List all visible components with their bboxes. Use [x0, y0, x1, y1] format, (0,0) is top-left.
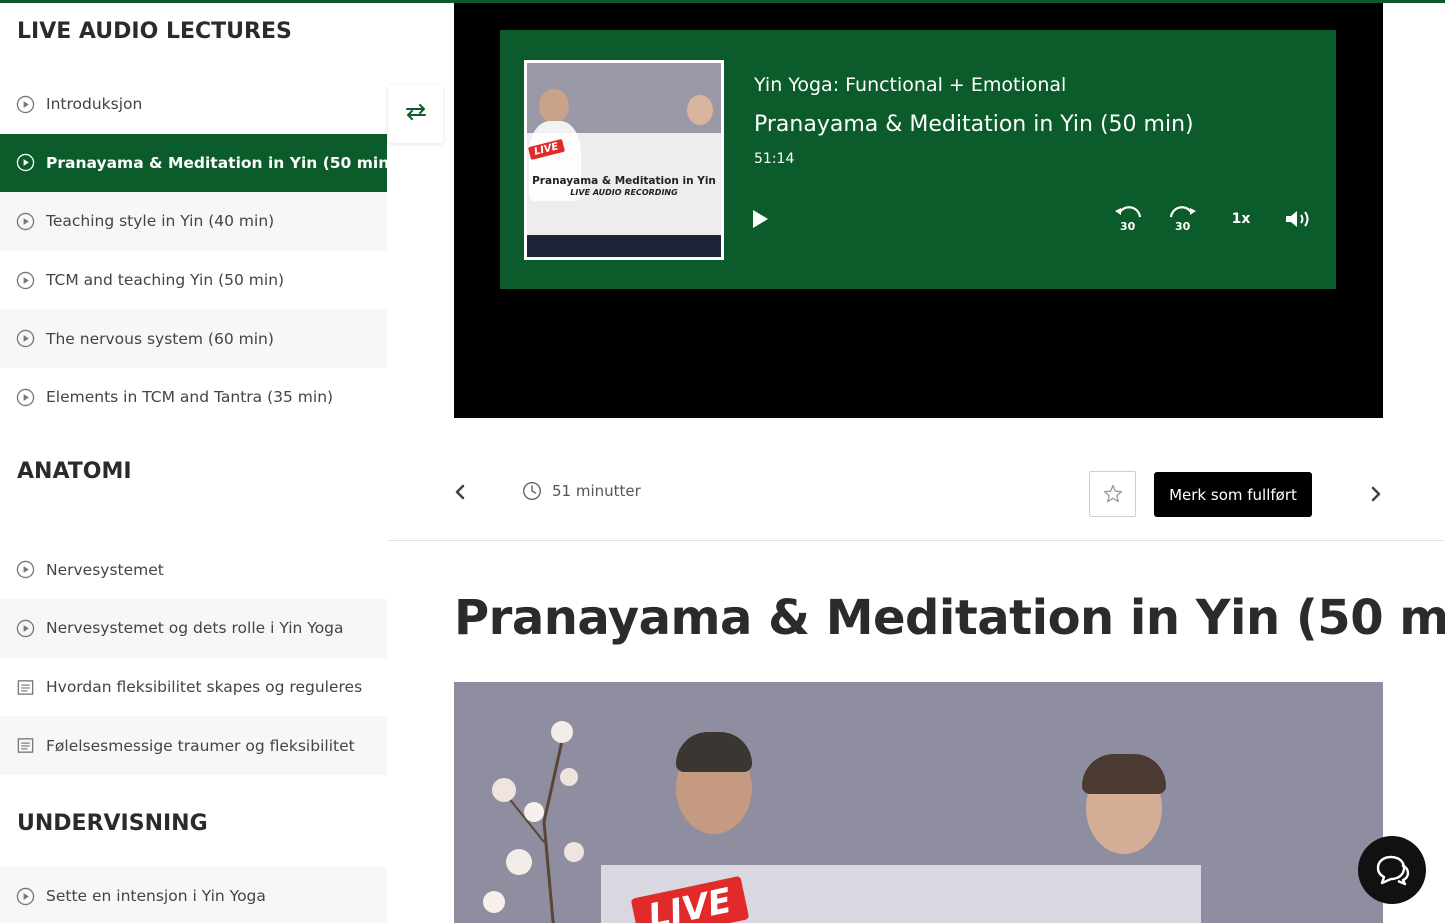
play-circle-icon	[16, 388, 35, 407]
favorite-button[interactable]	[1089, 471, 1136, 517]
volume-icon	[1286, 211, 1309, 227]
forward-label: 30	[1175, 220, 1191, 233]
sidebar-item-label: Følelsesmessige traumer og fleksibilitet	[46, 736, 355, 755]
play-icon	[753, 210, 768, 228]
sidebar-item-teaching-style[interactable]: Teaching style in Yin (40 min)	[0, 192, 387, 251]
sidebar-item-label: TCM and teaching Yin (50 min)	[46, 271, 285, 290]
sidebar-item-label: Nervesystemet og dets rolle i Yin Yoga	[46, 619, 344, 638]
chat-bubbles-icon	[1376, 855, 1410, 886]
chevron-left-icon	[455, 484, 465, 500]
flower-branch	[474, 702, 614, 923]
sidebar-item-label: Sette en intensjon i Yin Yoga	[46, 887, 266, 906]
play-circle-icon	[16, 560, 35, 579]
rewind-label: 30	[1120, 220, 1136, 233]
next-lesson-button[interactable]	[1368, 484, 1384, 504]
sidebar-item-pranayama[interactable]: Pranayama & Meditation in Yin (50 min)	[0, 133, 387, 193]
rewind-30-button[interactable]: 30	[1112, 204, 1144, 234]
player-course-title: Yin Yoga: Functional + Emotional	[754, 74, 1067, 96]
section-title: UNDERVISNING	[0, 774, 387, 867]
play-circle-icon	[16, 153, 35, 172]
sidebar-item-label: Elements in TCM and Tantra (35 min)	[46, 388, 334, 407]
swap-arrows-icon	[404, 102, 428, 126]
playback-speed-button[interactable]: 1x	[1226, 204, 1256, 234]
section-title: LIVE AUDIO LECTURES	[0, 3, 387, 75]
thumbnail-subtitle: LIVE AUDIO RECORDING	[570, 188, 678, 197]
sidebar-item-label: Introduksjon	[46, 95, 143, 114]
volume-button[interactable]	[1282, 204, 1312, 234]
mark-complete-button[interactable]: Merk som fullført	[1154, 472, 1312, 517]
person-hair	[676, 732, 752, 772]
play-button[interactable]	[748, 205, 774, 233]
course-sidebar: LIVE AUDIO LECTURES Introduksjon Pranaya…	[0, 3, 387, 923]
person-figure	[687, 95, 713, 125]
play-circle-icon	[16, 95, 35, 114]
player-lesson-title: Pranayama & Meditation in Yin (50 min)	[754, 112, 1194, 137]
play-circle-icon	[16, 212, 35, 231]
sidebar-item-label: The nervous system (60 min)	[46, 329, 274, 348]
sidebar-item-nervesystemet[interactable]: Nervesystemet	[0, 540, 387, 600]
thumbnail-title: Pranayama & Meditation in Yin	[532, 175, 716, 187]
sidebar-item-nervesystemet-rolle[interactable]: Nervesystemet og dets rolle i Yin Yoga	[0, 599, 387, 658]
chat-button[interactable]	[1358, 836, 1426, 904]
page-title: Pranayama & Meditation in Yin (50 min)	[454, 590, 1445, 646]
section-items: Sette en intensjon i Yin Yoga	[0, 866, 387, 923]
divider	[387, 540, 1445, 541]
sidebar-item-nervous-system[interactable]: The nervous system (60 min)	[0, 309, 387, 368]
section-title: ANATOMI	[0, 426, 387, 541]
toggle-sidebar-button[interactable]	[388, 85, 443, 143]
sidebar-item-label: Hvordan fleksibilitet skapes og regulere…	[46, 678, 363, 697]
audio-thumbnail: LIVE Pranayama & Meditation in Yin LIVE …	[524, 60, 724, 260]
sidebar-item-introduksjon[interactable]: Introduksjon	[0, 75, 387, 134]
forward-icon: 30	[1169, 206, 1196, 233]
sidebar-item-elements-tcm[interactable]: Elements in TCM and Tantra (35 min)	[0, 367, 387, 427]
star-icon	[1103, 484, 1122, 503]
section-items: Introduksjon Pranayama & Meditation in Y…	[0, 75, 387, 427]
play-circle-icon	[16, 329, 35, 348]
play-circle-icon	[16, 619, 35, 638]
play-circle-icon	[16, 271, 35, 290]
section-items: Nervesystemet Nervesystemet og dets roll…	[0, 540, 387, 775]
play-circle-icon	[16, 887, 35, 906]
document-icon	[16, 736, 35, 755]
previous-lesson-button[interactable]	[452, 482, 468, 502]
chevron-right-icon	[1371, 486, 1381, 502]
sidebar-item-label: Pranayama & Meditation in Yin (50 min)	[46, 153, 387, 172]
document-icon	[16, 678, 35, 697]
lesson-hero-image: LIVE	[454, 682, 1383, 923]
thumbnail-mat	[527, 235, 721, 257]
forward-30-button[interactable]: 30	[1167, 204, 1199, 234]
sidebar-item-fleksibilitet[interactable]: Hvordan fleksibilitet skapes og regulere…	[0, 657, 387, 717]
sidebar-item-label: Nervesystemet	[46, 560, 164, 579]
sidebar-item-intensjon[interactable]: Sette en intensjon i Yin Yoga	[0, 866, 387, 923]
lesson-duration-text: 51 minutter	[552, 482, 641, 500]
lesson-duration: 51 minutter	[522, 481, 641, 501]
sidebar-item-tcm-teaching[interactable]: TCM and teaching Yin (50 min)	[0, 250, 387, 310]
sidebar-item-label: Teaching style in Yin (40 min)	[46, 212, 275, 231]
sidebar-item-traumer[interactable]: Følelsesmessige traumer og fleksibilitet	[0, 716, 387, 775]
rewind-icon: 30	[1115, 206, 1142, 233]
person-hair	[1082, 754, 1166, 794]
clock-icon	[522, 481, 542, 501]
person-figure	[539, 89, 569, 123]
player-duration: 51:14	[754, 151, 795, 167]
